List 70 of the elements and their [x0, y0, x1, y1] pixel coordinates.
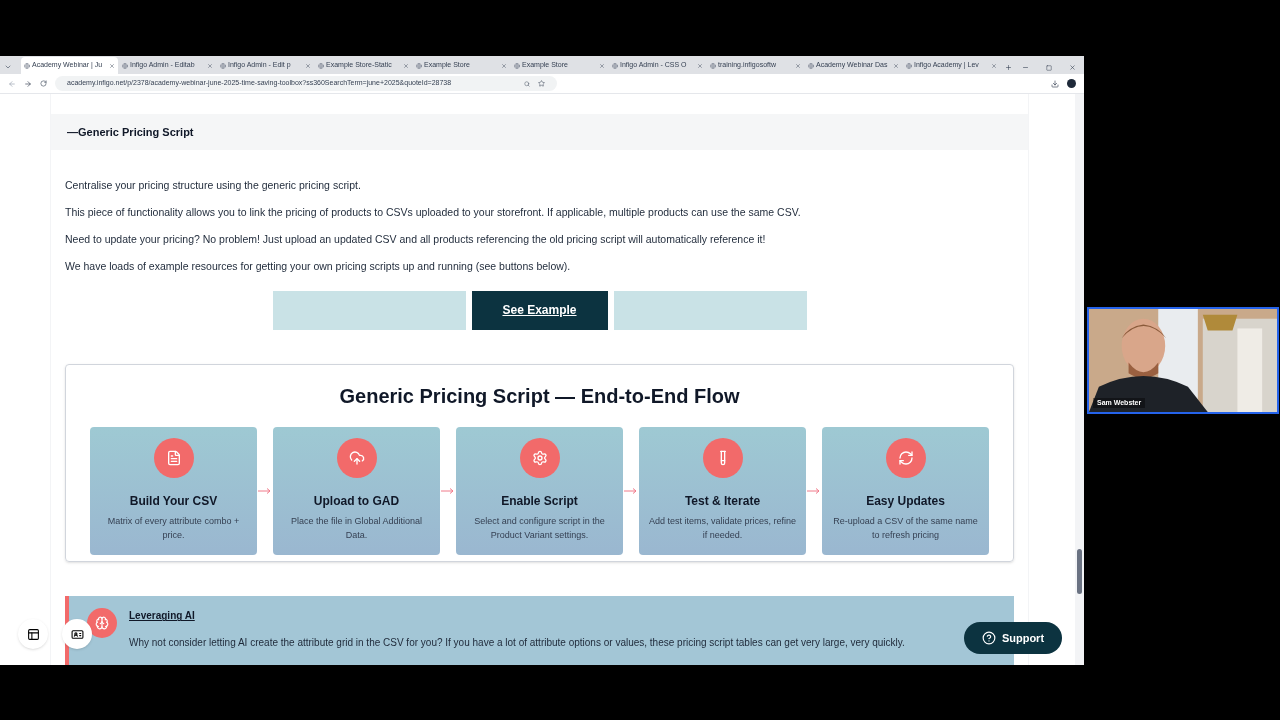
minimize-icon[interactable] [1022, 64, 1029, 71]
download-icon[interactable] [1051, 79, 1059, 88]
section-title: —Generic Pricing Script [67, 124, 194, 140]
globe-icon [710, 62, 716, 69]
card-icon [70, 627, 84, 641]
file-icon [165, 449, 182, 466]
step-title: Build Your CSV [129, 492, 218, 510]
close-icon[interactable] [893, 62, 899, 69]
flow-title: Generic Pricing Script — End-to-End Flow [339, 383, 740, 409]
step-title: Easy Updates [866, 492, 945, 510]
close-icon[interactable] [305, 62, 311, 69]
gear-icon [531, 449, 548, 466]
close-icon[interactable] [501, 62, 507, 69]
globe-icon [318, 62, 324, 69]
callout-title-link[interactable]: Leveraging AI [129, 608, 905, 624]
close-icon[interactable] [599, 62, 605, 69]
paragraph: Need to update your pricing? No problem! Just upload an updated CSV and all products referencing the old pricing script will automatically reference it! [65, 231, 767, 247]
globe-icon [906, 62, 912, 69]
paragraph: Centralise your pricing structure using the generic pricing script. [65, 177, 362, 193]
faded-button[interactable] [613, 290, 807, 330]
new-tab-icon[interactable] [1005, 64, 1012, 71]
help-icon [981, 631, 996, 645]
globe-icon [612, 62, 618, 69]
step-title: Enable Script [501, 492, 578, 510]
reload-icon[interactable] [40, 80, 47, 87]
step-title: Test & Iterate [684, 492, 761, 510]
callout-text: Why not consider letting AI create the attribute grid in the CSV for you? If you have a lot of attribute options or values, these pricing script tables can get very large, very quickly. [129, 636, 905, 651]
section-header[interactable]: —Generic Pricing Script [51, 114, 1028, 150]
see-example-button[interactable]: See Example [471, 290, 608, 330]
close-icon[interactable] [1069, 64, 1076, 71]
step-title: Upload to GAD [313, 492, 400, 510]
globe-icon [808, 62, 814, 69]
globe-icon [416, 62, 422, 69]
globe-icon [514, 62, 520, 69]
faded-button[interactable] [272, 290, 466, 330]
step-text: Select and configure script in the Product Variant settings. [473, 514, 606, 542]
brain-icon [95, 616, 109, 631]
close-icon[interactable] [109, 62, 115, 69]
globe-icon [24, 62, 30, 69]
globe-icon [220, 62, 226, 69]
zoom-icon[interactable] [524, 80, 530, 87]
step-text: Matrix of every attribute combo + price. [106, 514, 241, 542]
close-icon[interactable] [697, 62, 703, 69]
maximize-icon[interactable] [1046, 65, 1052, 71]
bookmark-icon[interactable] [538, 80, 545, 87]
close-icon[interactable] [795, 62, 801, 69]
scrollbar[interactable] [1075, 94, 1084, 665]
step-text: Add test items, validate prices, refine if needed. [647, 514, 798, 542]
arrow-icon [624, 487, 638, 494]
close-icon[interactable] [207, 62, 213, 69]
support-button[interactable]: Support [964, 622, 1062, 654]
profile-avatar[interactable] [1067, 79, 1076, 88]
step-text: Place the file in Global Additional Data. [289, 514, 424, 542]
paragraph: We have loads of example resources for getting your own pricing scripts up and running (see buttons below). [65, 258, 572, 274]
close-icon[interactable] [403, 62, 409, 69]
tab-search-icon[interactable] [4, 63, 12, 71]
arrow-icon [441, 487, 455, 494]
paragraph: This piece of functionality allows you to link the pricing of products to CSVs uploaded to your storefront. If applicable, multiple products can use the same CSV. [65, 204, 802, 220]
refresh-icon [897, 449, 914, 466]
layout-toggle-button[interactable] [18, 619, 48, 649]
layout-icon [26, 627, 40, 641]
globe-icon [122, 62, 128, 69]
close-icon[interactable] [991, 62, 997, 69]
step-text: Re-upload a CSV of the same name to refresh pricing [832, 514, 979, 542]
cloud-upload-icon [348, 449, 365, 466]
forward-icon[interactable] [24, 79, 32, 88]
back-icon[interactable] [8, 79, 16, 88]
arrow-icon [807, 487, 821, 494]
card-toggle-button[interactable] [62, 619, 92, 649]
arrow-icon [258, 487, 272, 494]
